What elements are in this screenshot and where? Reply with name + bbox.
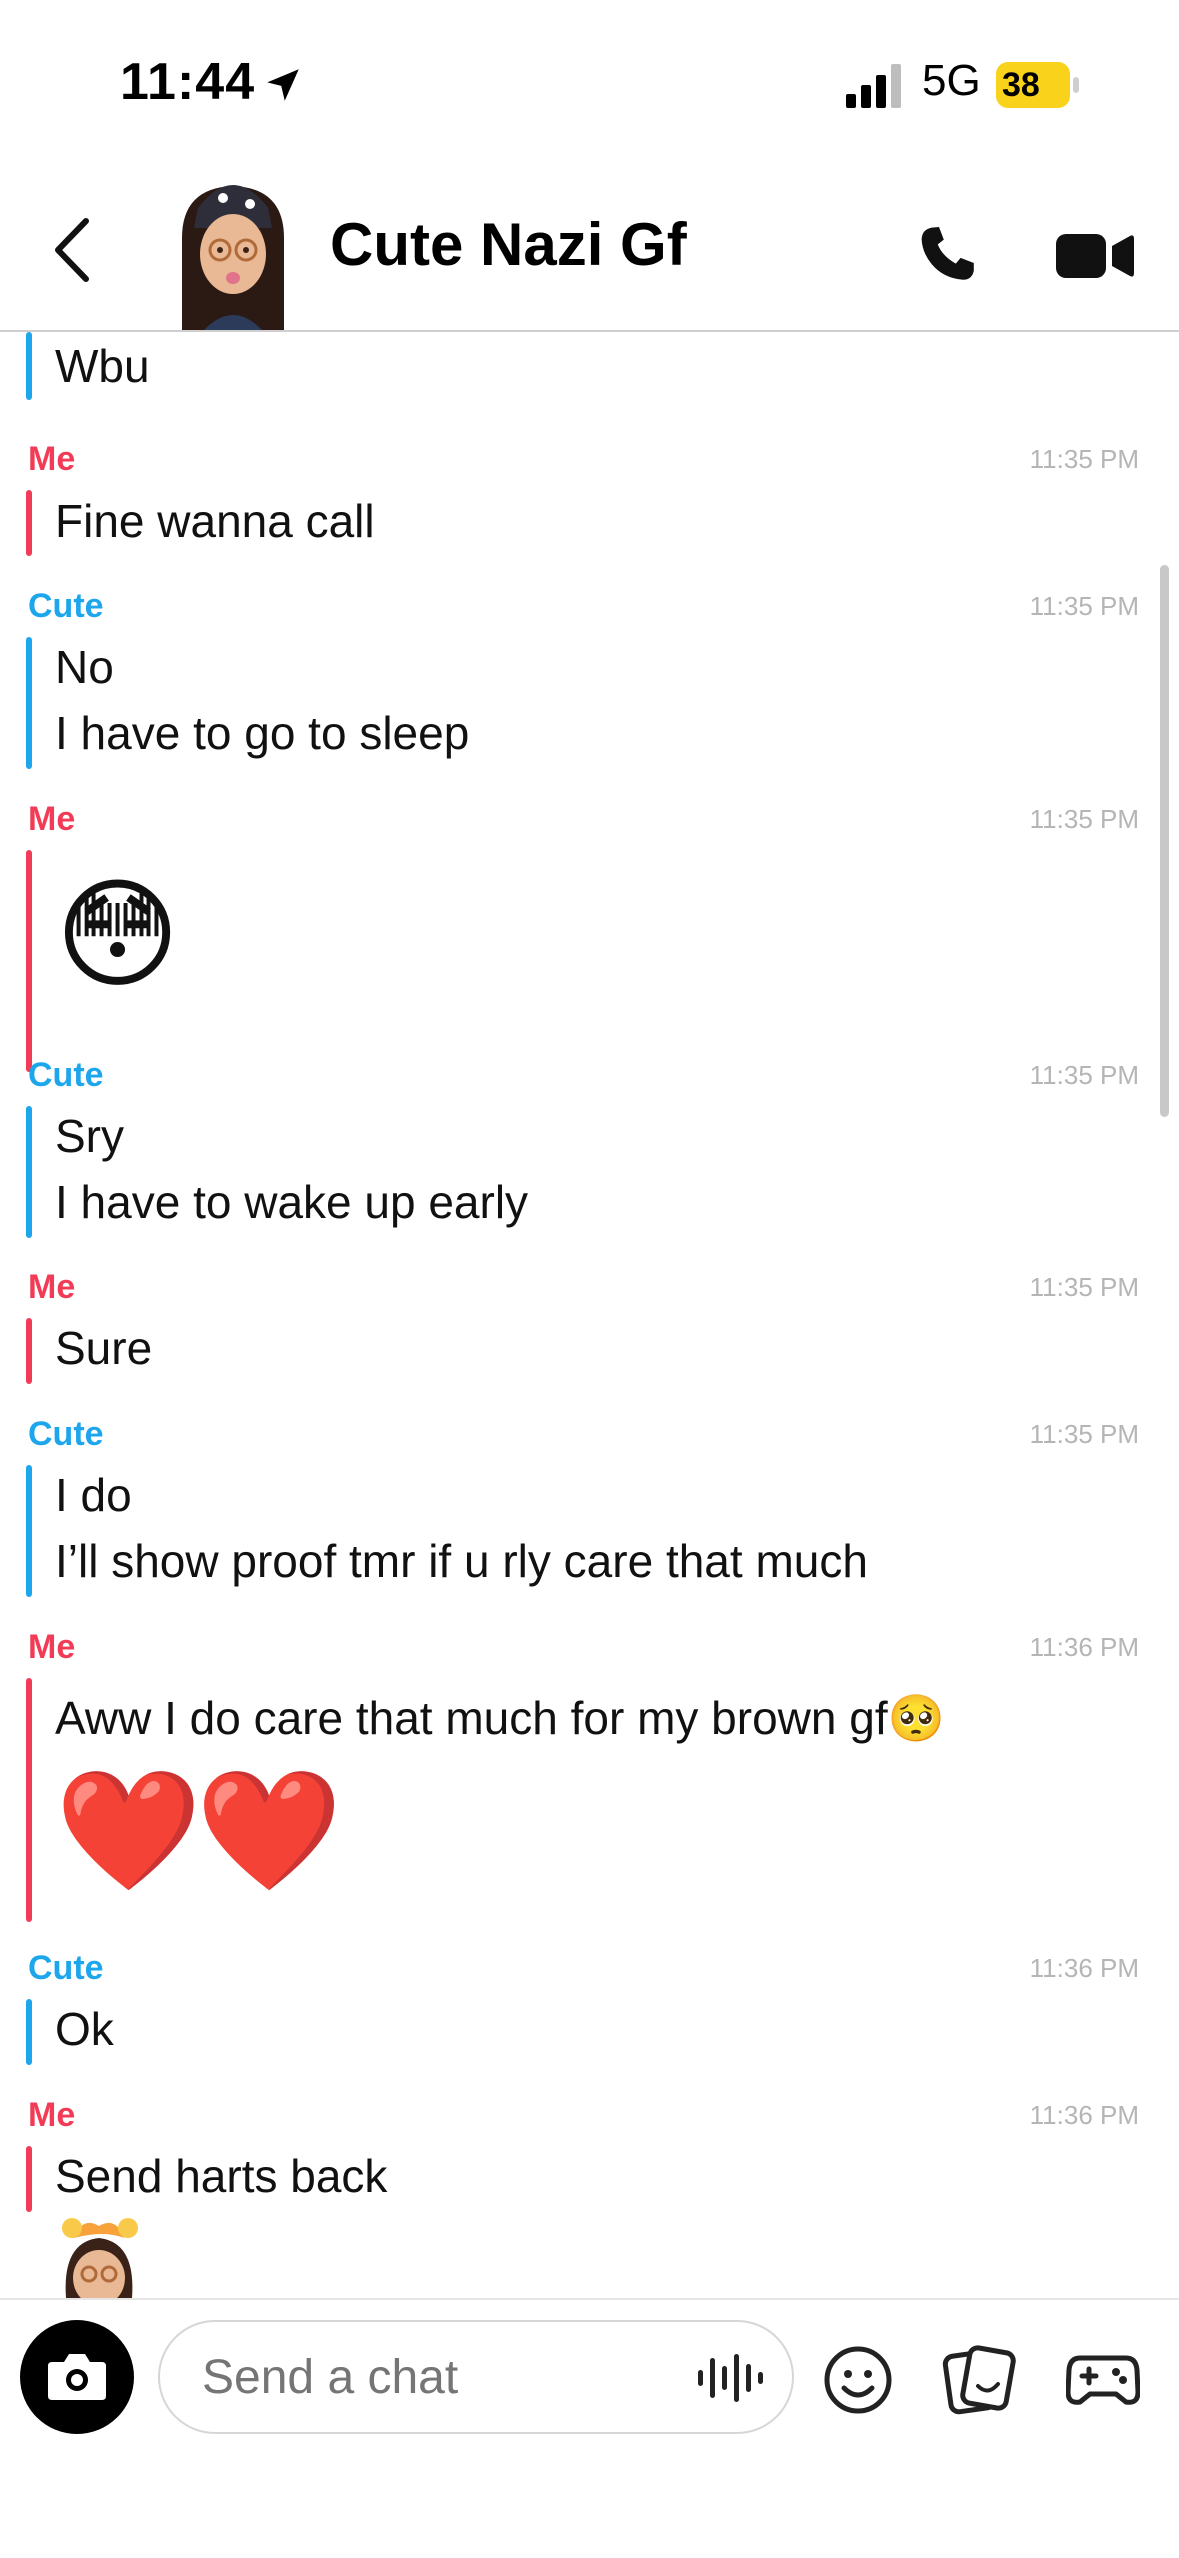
status-bar: 11:44 5G 38 (0, 0, 1179, 150)
games-icon[interactable] (1066, 2348, 1140, 2410)
chat-thread[interactable]: Wbu Me 11:35 PM Fine wanna call Cute 11:… (0, 332, 1179, 2298)
message-sender: Me (28, 1628, 76, 1666)
scrollbar[interactable] (1160, 565, 1169, 1117)
message: Cute 11:35 PM I do I’ll show proof tmr i… (0, 1403, 1179, 1597)
message: Cute 11:36 PM Ok (0, 1937, 1179, 2065)
message-timestamp: 11:35 PM (1029, 591, 1139, 621)
bitmoji-avatar[interactable] (168, 168, 298, 330)
battery-charging-icon: 38 (996, 62, 1080, 108)
message-sender: Me (28, 800, 76, 838)
message: Me 11:36 PM Send harts back (0, 2084, 1179, 2212)
message-sender: Cute (28, 1056, 104, 1094)
sticker-icon[interactable] (942, 2344, 1016, 2416)
message-timestamp: 11:36 PM (1029, 2100, 1139, 2130)
message-timestamp: 11:36 PM (1029, 1632, 1139, 1662)
location-arrow-icon (267, 69, 299, 101)
message-timestamp: 11:35 PM (1029, 804, 1139, 834)
message-text: I’ll show proof tmr if u rly care that m… (55, 1535, 868, 1587)
message: Me 11:35 PM Sure (0, 1256, 1179, 1384)
message-sender: Cute (28, 1415, 104, 1453)
battery-level: 38 (1002, 66, 1040, 104)
composer-bar (0, 2298, 1179, 2558)
message-sender: Cute (28, 1949, 104, 1987)
partner-bitmoji-icon (62, 2218, 138, 2298)
camera-button[interactable] (20, 2320, 134, 2434)
camera-icon (48, 2354, 106, 2400)
clock: 11:44 (120, 53, 256, 111)
message-timestamp: 11:36 PM (1029, 1953, 1139, 1983)
message-sender: Me (28, 2096, 76, 2134)
message-text: Aww I do care that much for my brown gf🥺 (55, 1692, 945, 1744)
chat-header: Cute Nazi Gf (0, 150, 1179, 332)
video-call-icon[interactable] (1056, 228, 1134, 284)
message-text: No (55, 641, 114, 693)
message-emoji: 😳 (55, 868, 181, 1002)
message-timestamp: 11:35 PM (1029, 1060, 1139, 1090)
signal-icon (846, 64, 901, 108)
message: Cute 11:35 PM Sry I have to wake up earl… (0, 1044, 1179, 1238)
back-chevron-icon[interactable] (44, 215, 104, 285)
message-text: Send harts back (55, 2150, 388, 2202)
message: Me 11:35 PM Fine wanna call (0, 428, 1179, 556)
message-emoji: ❤️❤️ (55, 1765, 343, 1897)
message: Me 11:35 PM 😳 (0, 788, 1179, 1072)
message: Wbu (0, 332, 1179, 404)
message: Cute 11:35 PM No I have to go to sleep (0, 575, 1179, 769)
message: Me 11:36 PM Aww I do care that much for … (0, 1616, 1179, 1922)
voice-waveform-icon[interactable] (694, 2350, 768, 2406)
message-text: I have to wake up early (55, 1176, 529, 1228)
message-text: Wbu (55, 340, 150, 392)
message-sender: Me (28, 440, 76, 478)
message-text: Fine wanna call (55, 495, 375, 547)
network-type: 5G (922, 56, 981, 105)
message-timestamp: 11:35 PM (1029, 1272, 1139, 1302)
message-sender: Cute (28, 587, 104, 625)
message-text: Sure (55, 1322, 153, 1374)
emoji-icon[interactable] (822, 2344, 894, 2416)
message-text: Sry (55, 1110, 124, 1162)
message-text: Ok (55, 2003, 114, 2055)
message-text: I do (55, 1469, 132, 1521)
message-timestamp: 11:35 PM (1029, 444, 1139, 474)
phone-call-icon[interactable] (912, 218, 984, 290)
message-sender: Me (28, 1268, 76, 1306)
message-timestamp: 11:35 PM (1029, 1419, 1139, 1449)
message-text: I have to go to sleep (55, 707, 470, 759)
chat-title[interactable]: Cute Nazi Gf (330, 210, 687, 279)
